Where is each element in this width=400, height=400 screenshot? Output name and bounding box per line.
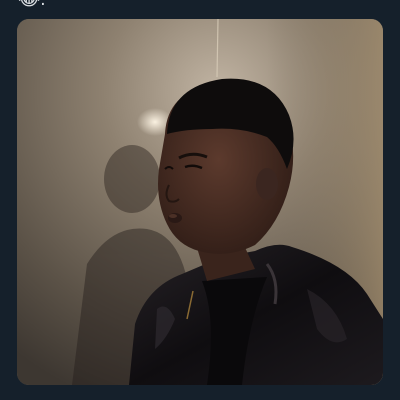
- tweet-photo[interactable]: [17, 19, 383, 385]
- tweet-text: 😂.: [18, 0, 45, 11]
- photo-illustration: [17, 19, 383, 385]
- tweet-view: 😂.: [0, 0, 400, 400]
